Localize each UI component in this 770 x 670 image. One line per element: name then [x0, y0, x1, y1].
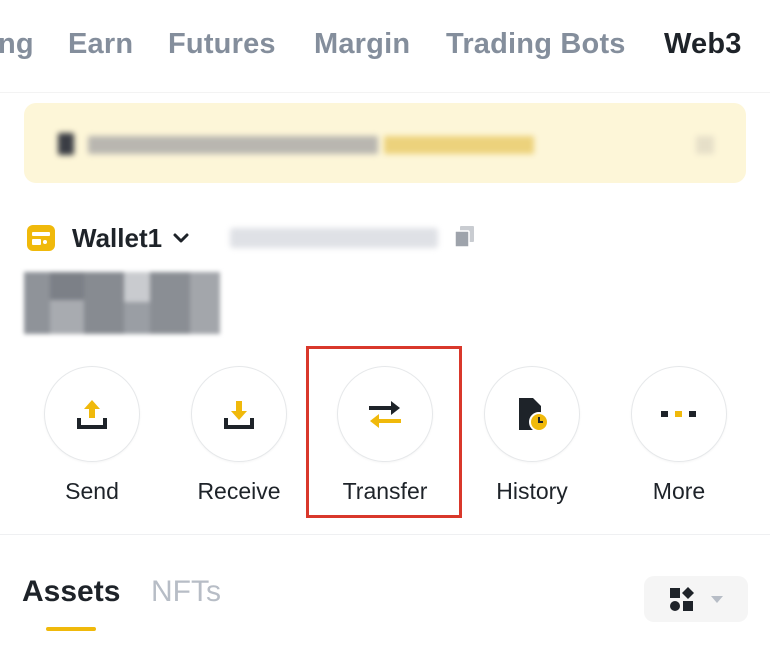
- tab-trading-bots[interactable]: Trading Bots: [446, 28, 626, 61]
- tab-assets[interactable]: Assets: [22, 575, 120, 609]
- active-tab-underline: [46, 627, 96, 631]
- caret-down-icon: [711, 596, 723, 603]
- tab-margin[interactable]: Margin: [314, 28, 410, 61]
- more-label: More: [652, 478, 706, 504]
- wallet-address-blurred: [230, 228, 438, 248]
- wallet-icon: [27, 225, 55, 251]
- send-circle[interactable]: [44, 366, 140, 462]
- upload-icon: [77, 400, 107, 429]
- send-label: Send: [65, 478, 119, 504]
- tab-futures[interactable]: Futures: [168, 28, 276, 61]
- tab-web3[interactable]: Web3: [664, 28, 742, 61]
- copy-icon[interactable]: [452, 224, 478, 250]
- announcement-banner[interactable]: [24, 103, 746, 183]
- tab-nfts[interactable]: NFTs: [151, 575, 221, 609]
- tab-trading-partial[interactable]: ng: [0, 28, 34, 61]
- top-nav-tabs: ng Earn Futures Margin Trading Bots Web3: [0, 0, 770, 93]
- send-button[interactable]: Send: [44, 366, 140, 504]
- view-options-button[interactable]: [644, 576, 748, 622]
- receive-button[interactable]: Receive: [191, 366, 287, 504]
- history-circle[interactable]: [484, 366, 580, 462]
- section-divider: [0, 534, 770, 535]
- wallet-name: Wallet1: [72, 222, 163, 253]
- tab-earn[interactable]: Earn: [68, 28, 133, 61]
- receive-circle[interactable]: [191, 366, 287, 462]
- history-button[interactable]: History: [484, 366, 580, 504]
- more-button[interactable]: More: [631, 366, 727, 504]
- history-icon: [519, 398, 549, 432]
- transfer-highlight-box: [306, 346, 462, 518]
- chevron-down-icon: [173, 233, 189, 243]
- balance-blurred: [24, 272, 224, 334]
- download-icon: [224, 401, 254, 429]
- receive-label: Receive: [197, 478, 281, 504]
- more-dots-icon: [661, 411, 696, 417]
- grid-shapes-icon: [670, 587, 694, 611]
- wallet-selector[interactable]: Wallet1: [26, 218, 190, 258]
- more-circle[interactable]: [631, 366, 727, 462]
- history-label: History: [496, 478, 568, 504]
